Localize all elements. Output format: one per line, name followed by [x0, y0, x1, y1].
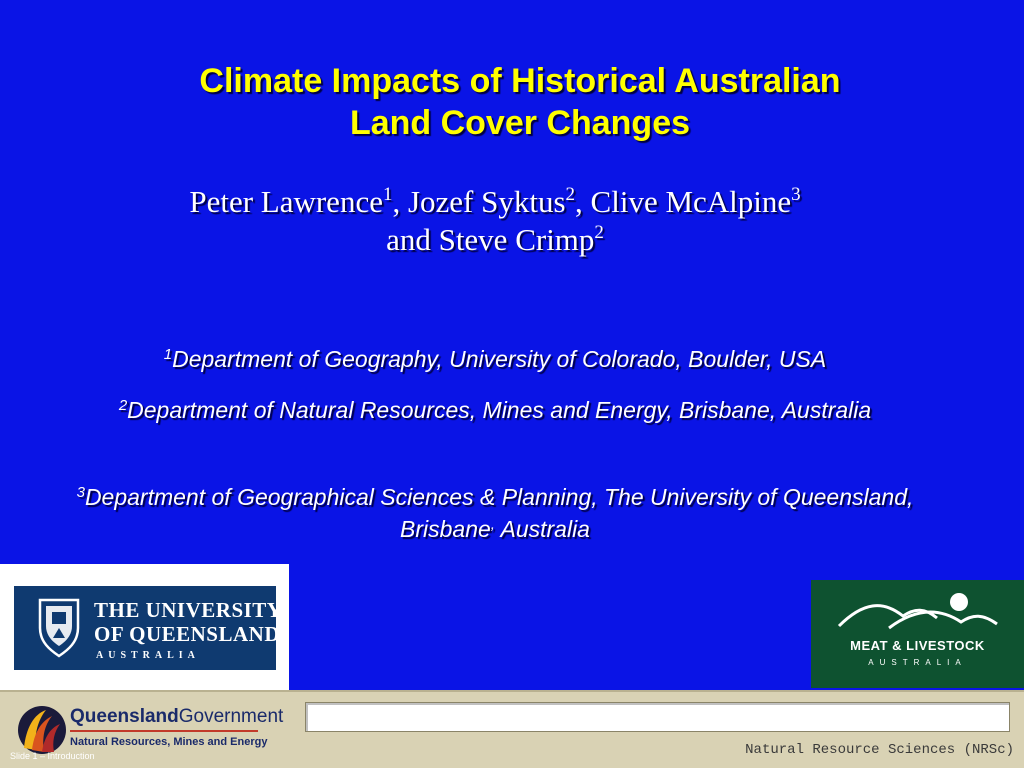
footer-note: Natural Resource Sciences (NRSc) [745, 742, 1014, 758]
mla-logo: MEAT & LIVESTOCK AUSTRALIA [811, 580, 1024, 688]
slide-title: Climate Impacts of Historical Australian… [110, 60, 930, 144]
qg-name-light: Government [178, 706, 284, 727]
qg-name-bold: Queensland [70, 706, 179, 727]
title-line-1: Climate Impacts of Historical Australian [199, 62, 841, 100]
affiliation-number: 1 [163, 346, 173, 363]
author-name: Peter Lawrence [189, 184, 383, 219]
affiliation-1: 1Department of Geography, University of … [60, 343, 930, 375]
author-name: , Clive McAlpine [575, 184, 792, 219]
slide-footer: QueenslandGovernment Natural Resources, … [0, 690, 1024, 768]
author-list: Peter Lawrence1, Jozef Syktus2, Clive Mc… [60, 183, 930, 259]
author-affiliation-mark: 2 [594, 222, 604, 243]
author-affiliation-mark: 2 [565, 184, 576, 205]
slide-canvas: Climate Impacts of Historical Australian… [0, 0, 1024, 690]
qg-divider [70, 730, 258, 732]
affiliation-number: 2 [118, 397, 128, 414]
affiliation-2: 2Department of Natural Resources, Mines … [60, 394, 930, 426]
slide-number-label: Slide 1 – Introduction [10, 751, 95, 761]
uq-logo-band: THE UNIVERSITY OF QUEENSLAND AUSTRALIA [14, 586, 282, 670]
mla-logo-name: MEAT & LIVESTOCK [850, 638, 985, 653]
mla-logo-sub: AUSTRALIA [868, 658, 967, 667]
author-name: , Jozef Syktus [392, 184, 566, 219]
author-affiliation-mark: 3 [791, 184, 801, 205]
footer-text-box [305, 702, 1010, 732]
affiliation-text: Department of Geography, University of C… [172, 346, 827, 372]
queensland-government-logo-icon [18, 706, 66, 754]
queensland-government-name: QueenslandGovernment [70, 706, 283, 728]
author-line-1: Peter Lawrence1, Jozef Syktus2, Clive Mc… [60, 183, 930, 221]
title-line-2: Land Cover Changes [349, 104, 691, 142]
affiliation-number: 3 [76, 484, 85, 501]
author-line-2: and Steve Crimp2 [60, 221, 930, 259]
uq-logo-line-1: THE UNIVERSITY [94, 598, 283, 622]
mla-hills-icon [837, 593, 998, 630]
uq-logo-line-3: AUSTRALIA [96, 650, 200, 661]
affiliation-text: Australia [494, 516, 590, 542]
uq-logo: THE UNIVERSITY OF QUEENSLAND AUSTRALIA [0, 564, 289, 690]
qg-department: Natural Resources, Mines and Energy [70, 736, 268, 748]
author-name: and Steve Crimp [386, 222, 595, 257]
uq-logo-line-2: OF QUEENSLAND [94, 622, 280, 646]
affiliation-text: Department of Natural Resources, Mines a… [127, 397, 872, 423]
uq-crest-icon [38, 598, 80, 658]
affiliation-3: 3Department of Geographical Sciences & P… [60, 481, 930, 545]
